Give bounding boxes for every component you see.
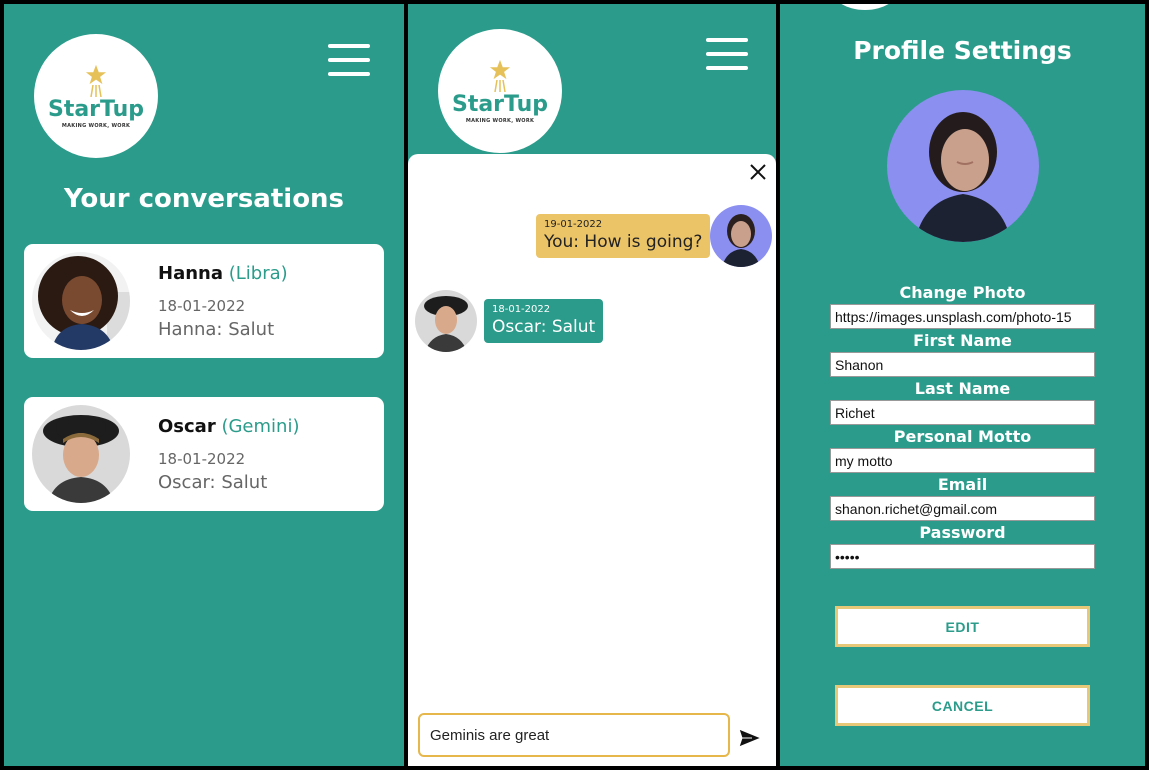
logo-tagline: MAKING WORK, WORK [61,122,131,129]
profile-photo [887,90,1039,242]
password-field[interactable] [830,544,1095,569]
chat-window: 19-01-2022 You: How is going? 18-01-2022… [408,154,776,766]
conversation-name: Hanna (Libra) [158,263,288,284]
conversation-name: Oscar (Gemini) [158,416,300,437]
star-icon [85,64,107,84]
profile-panel: Profile Settings Change Photo First Name… [780,4,1145,766]
conversation-last-message: Oscar: Salut [158,472,268,493]
startup-logo[interactable]: StarTup MAKING WORK, WORK [438,29,562,153]
conversation-date: 18-01-2022 [158,450,246,468]
edit-button[interactable]: EDIT [835,606,1090,647]
last-name-field[interactable] [830,400,1095,425]
email-label: Email [937,475,988,494]
avatar [415,290,477,352]
menu-icon[interactable] [706,38,748,70]
conversation-card-hanna[interactable]: Hanna (Libra) 18-01-2022 Hanna: Salut [24,244,384,358]
change-photo-label: Change Photo [899,283,1026,302]
avatar [32,405,130,503]
avatar [32,252,130,350]
logo-brand: StarTup [47,96,145,122]
close-icon[interactable] [748,162,768,182]
rays-icon [494,79,506,92]
avatar [710,205,772,267]
first-name-field[interactable] [830,352,1095,377]
page-title: Profile Settings [853,36,1072,65]
message-text: Oscar: Salut [492,317,596,337]
rays-icon [90,84,102,97]
chat-panel: StarTup MAKING WORK, WORK 19-01-2022 You… [408,4,776,766]
conversation-card-oscar[interactable]: Oscar (Gemini) 18-01-2022 Oscar: Salut [24,397,384,511]
password-label: Password [919,523,1006,542]
personal-motto-label: Personal Motto [893,427,1032,446]
photo-url-field[interactable] [830,304,1095,329]
conversation-date: 18-01-2022 [158,297,246,315]
menu-icon[interactable] [328,44,370,76]
personal-motto-field[interactable] [830,448,1095,473]
message-date: 18-01-2022 [492,304,551,315]
send-icon[interactable] [738,727,762,749]
message-text: You: How is going? [544,232,703,252]
logo-brand: StarTup [451,91,549,117]
logo-edge [830,4,900,10]
conversations-panel: StarTup MAKING WORK, WORK Your conversat… [4,4,404,766]
last-name-label: Last Name [914,379,1011,398]
logo-tagline: MAKING WORK, WORK [465,117,535,124]
message-bubble-received: 18-01-2022 Oscar: Salut [484,299,604,343]
email-field[interactable] [830,496,1095,521]
page-title: Your conversations [63,184,345,214]
startup-logo[interactable]: StarTup MAKING WORK, WORK [34,34,158,158]
first-name-label: First Name [913,331,1012,350]
message-bubble-sent: 19-01-2022 You: How is going? [536,214,711,258]
message-date: 19-01-2022 [544,219,603,230]
conversation-last-message: Hanna: Salut [158,319,275,340]
message-input[interactable] [418,713,730,757]
star-icon [489,59,511,79]
cancel-button[interactable]: CANCEL [835,685,1090,726]
